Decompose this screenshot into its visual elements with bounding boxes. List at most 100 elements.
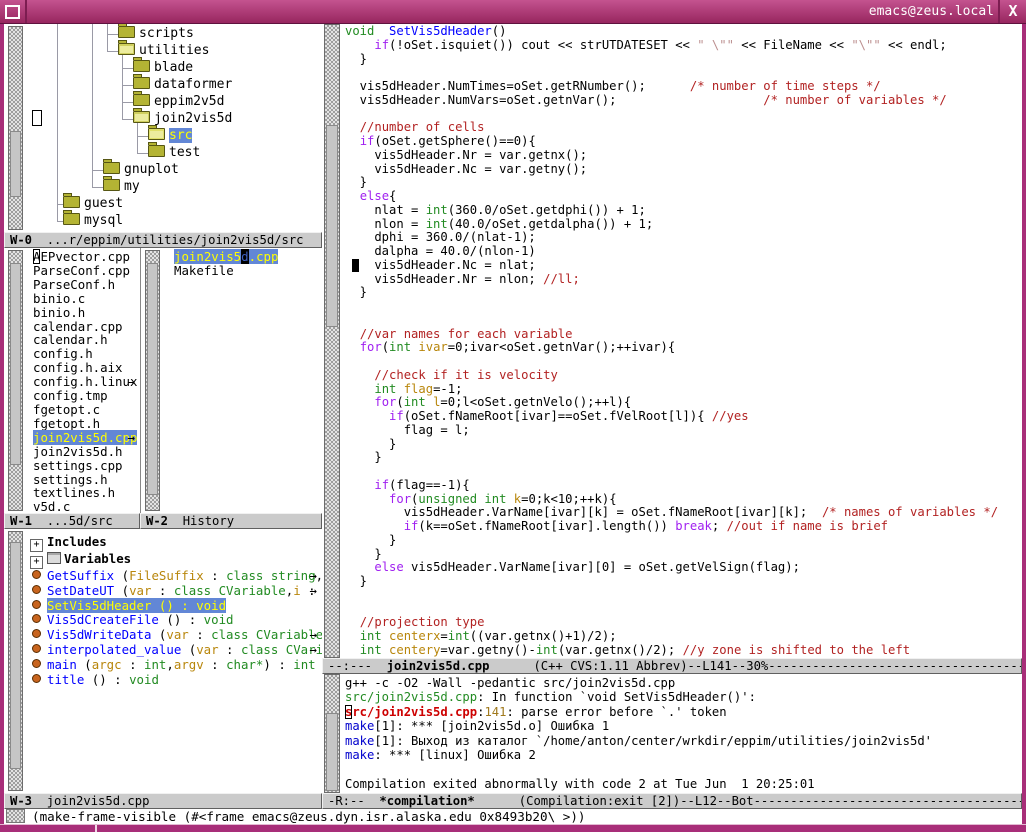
method-item[interactable]: Vis5dWriteData (var : class CVariable, → xyxy=(30,628,322,643)
methods-scrollbar[interactable] xyxy=(8,531,23,791)
compilation-line: src/join2vis5d.cpp:141: parse error befo… xyxy=(345,705,1020,719)
code-line xyxy=(345,465,1020,479)
scrollbar-thumb[interactable] xyxy=(326,125,338,327)
minibuffer[interactable]: (make-frame-visible (#<frame emacs@zeus.… xyxy=(4,809,1022,824)
source-file-item[interactable]: fgetopt.c xyxy=(33,403,140,417)
method-item[interactable]: interpolated_value (var : class CVarial→ xyxy=(30,643,322,658)
sources-scrollbar[interactable] xyxy=(8,250,23,511)
tree-item-scripts[interactable]: scripts xyxy=(118,26,194,41)
file-name: AEPvector.cpp xyxy=(33,249,130,264)
tree-item-label: utilities xyxy=(139,43,209,58)
compilation-scrollbar[interactable] xyxy=(324,674,340,793)
method-item[interactable]: main (argc : int,argv : char*) : int xyxy=(30,658,322,673)
source-file-item[interactable]: join2vis5d.h xyxy=(33,445,140,459)
history-file-item[interactable]: Makefile xyxy=(174,264,322,278)
methods-list[interactable]: +Includes+VariablesGetSuffix (FileSuffix… xyxy=(30,535,322,687)
source-file-item[interactable]: ParseConf.h xyxy=(33,278,140,292)
source-file-item[interactable]: settings.cpp xyxy=(33,459,140,473)
method-item[interactable]: SetDateUT (var : class CVariable,i : i→ xyxy=(30,584,322,599)
source-file-item[interactable]: config.tmp xyxy=(33,389,140,403)
method-item[interactable]: +Includes xyxy=(30,535,322,552)
history-file-item[interactable]: join2vis5d.cpp xyxy=(174,250,322,264)
source-file-item[interactable]: calendar.cpp xyxy=(33,320,140,334)
text-cursor: d xyxy=(241,249,248,264)
code-line: if(oSet.fNameRoot[ivar]==oSet.fVelRoot[l… xyxy=(345,410,1020,424)
directories-tree[interactable]: scripts utilities blade dataformer eppim2v5d… xyxy=(4,24,322,232)
source-file-item[interactable]: binio.c xyxy=(33,292,140,306)
compilation-buffer[interactable]: g++ -c -O2 -Wall -pedantic src/join2vis5… xyxy=(345,676,1020,791)
file-name: textlines.h xyxy=(33,485,115,500)
scrollbar-thumb[interactable] xyxy=(326,713,338,791)
tree-item-dataformer[interactable]: dataformer xyxy=(133,77,232,92)
tree-guide xyxy=(92,187,103,188)
code-buffer[interactable]: void SetVis5dHeader() if(!oSet.isquiet()… xyxy=(345,25,1020,658)
tree-item-utilities[interactable]: utilities xyxy=(118,43,209,58)
tree-item-my[interactable]: my xyxy=(103,179,140,194)
tree-item-gnuplot[interactable]: gnuplot xyxy=(103,162,179,177)
code-line: nlat = int(360.0/oSet.getdphi()) + 1; xyxy=(345,204,1020,218)
scrollbar-thumb[interactable] xyxy=(147,263,158,495)
sources-window[interactable]: AEPvector.cppParseConf.cppParseConf.hbin… xyxy=(4,248,140,513)
sources-list[interactable]: AEPvector.cppParseConf.cppParseConf.hbin… xyxy=(33,250,140,513)
tree-item-mysql[interactable]: mysql xyxy=(63,213,123,228)
source-file-item[interactable]: join2vis5d.cpp→ xyxy=(33,431,140,445)
source-file-item[interactable]: fgetopt.h xyxy=(33,417,140,431)
file-name: Makefile xyxy=(174,263,234,278)
source-file-item[interactable]: binio.h xyxy=(33,306,140,320)
method-item[interactable]: GetSuffix (FileSuffix : class string,nl→ xyxy=(30,569,322,584)
tree-item-label: src xyxy=(169,128,192,143)
method-item[interactable]: SetVis5dHeader () : void xyxy=(30,599,322,614)
source-file-item[interactable]: ParseConf.cpp xyxy=(33,264,140,278)
source-file-item[interactable]: settings.h xyxy=(33,473,140,487)
file-name: binio.h xyxy=(33,305,85,320)
title-bar[interactable]: emacs@zeus.local X xyxy=(0,0,1026,24)
tree-cursor xyxy=(32,110,42,126)
code-line: int flag=-1; xyxy=(345,383,1020,397)
history-list[interactable]: join2vis5d.cppMakefile xyxy=(174,250,322,278)
methods-window[interactable]: +Includes+VariablesGetSuffix (FileSuffix… xyxy=(4,529,322,793)
source-file-item[interactable]: textlines.h xyxy=(33,486,140,500)
scrollbar-thumb[interactable] xyxy=(10,542,21,769)
tree-item-guest[interactable]: guest xyxy=(63,196,123,211)
history-window[interactable]: join2vis5d.cppMakefile xyxy=(140,248,322,513)
tree-item-blade[interactable]: blade xyxy=(133,60,193,75)
expand-plus-icon[interactable]: + xyxy=(30,539,43,552)
method-item[interactable]: Vis5dCreateFile () : void xyxy=(30,613,322,628)
expand-plus-icon[interactable]: + xyxy=(30,556,43,569)
source-file-item[interactable]: config.h xyxy=(33,347,140,361)
code-line: //number of cells xyxy=(345,121,1020,135)
source-file-item[interactable]: AEPvector.cpp xyxy=(33,250,140,264)
source-file-item[interactable]: calendar.h xyxy=(33,333,140,347)
window-menu-button[interactable] xyxy=(0,0,27,23)
folder-icon xyxy=(133,111,150,123)
compilation-window[interactable]: g++ -c -O2 -Wall -pedantic src/join2vis5… xyxy=(322,674,1022,793)
code-line: vis5dHeader.NumTimes=oSet.getRNumber(); … xyxy=(345,80,1020,94)
source-file-item[interactable]: config.h.aix xyxy=(33,361,140,375)
code-scrollbar[interactable] xyxy=(324,24,340,658)
tree-item-join2vis5d[interactable]: join2vis5d xyxy=(133,111,232,126)
code-line: } xyxy=(345,53,1020,67)
frame-resize-grip[interactable] xyxy=(95,825,97,832)
code-line: dalpha = 40.0/(nlon-1) xyxy=(345,245,1020,259)
code-line: for(int l=0;l<oSet.getnVelo();++l){ xyxy=(345,396,1020,410)
close-button[interactable]: X xyxy=(998,0,1026,23)
source-file-item[interactable]: config.h.linux→ xyxy=(33,375,140,389)
file-name: v5d.c xyxy=(33,499,70,513)
code-window[interactable]: void SetVis5dHeader() if(!oSet.isquiet()… xyxy=(322,24,1022,658)
scrollbar-thumb[interactable] xyxy=(10,263,21,465)
tree-guide xyxy=(107,51,118,52)
method-item[interactable]: +Variables xyxy=(30,552,322,569)
tree-guide xyxy=(122,119,133,120)
method-item[interactable]: title () : void xyxy=(30,673,322,688)
method-bullet-icon xyxy=(32,614,41,623)
directories-window[interactable]: scripts utilities blade dataformer eppim2v5d… xyxy=(4,24,322,232)
code-line: } xyxy=(345,176,1020,190)
code-line xyxy=(345,589,1020,603)
method-label: title () : void xyxy=(47,672,159,687)
source-file-item[interactable]: v5d.c xyxy=(33,500,140,513)
history-scrollbar[interactable] xyxy=(145,250,160,511)
truncation-arrow-icon: → xyxy=(128,431,135,445)
tree-item-test[interactable]: test xyxy=(148,145,200,160)
tree-item-eppim2v5d[interactable]: eppim2v5d xyxy=(133,94,224,109)
tree-item-src[interactable]: src xyxy=(148,128,192,143)
